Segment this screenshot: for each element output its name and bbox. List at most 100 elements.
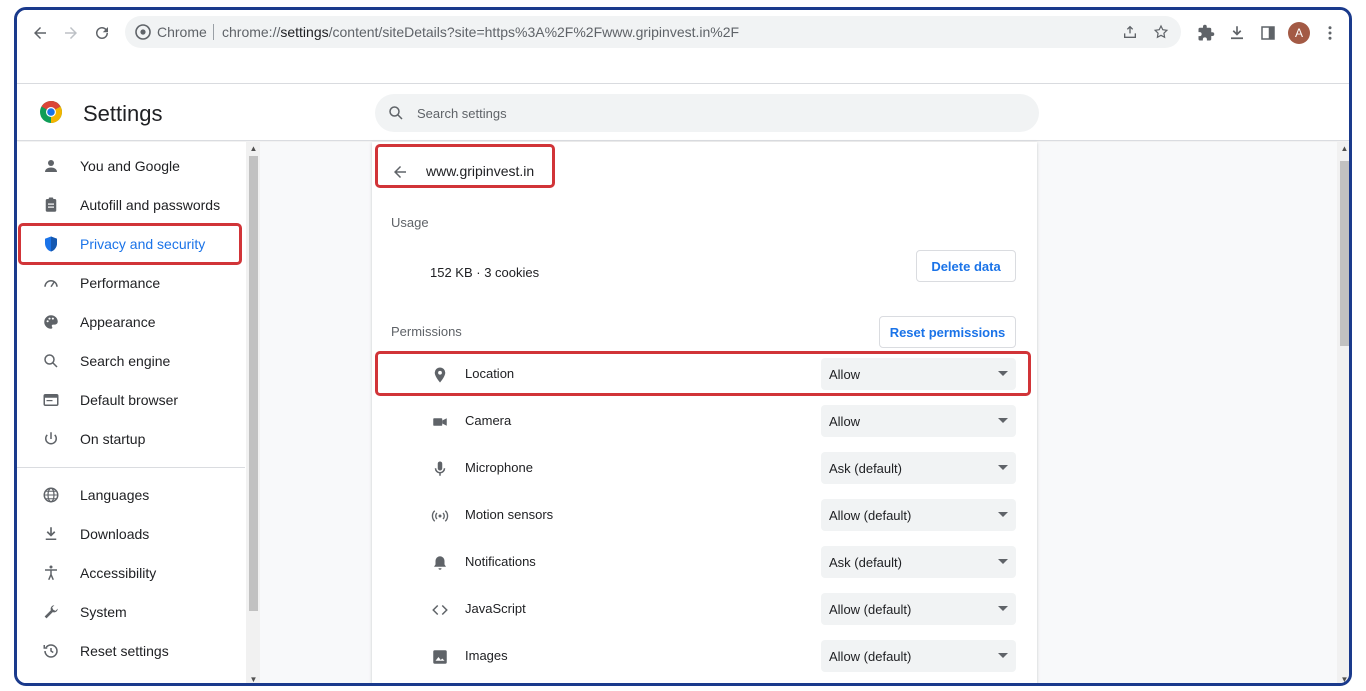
- permission-label: Motion sensors: [465, 507, 554, 522]
- motion-sensor-icon: [430, 506, 450, 526]
- sidebar-scroll-up-icon[interactable]: ▲: [249, 145, 258, 153]
- sidebar-item-label: Default browser: [80, 392, 179, 408]
- back-icon[interactable]: [29, 22, 51, 44]
- chrome-icon: [135, 24, 151, 40]
- history-icon: [41, 641, 61, 661]
- microphone-icon: [430, 459, 450, 479]
- address-bar[interactable]: Chrome chrome://settings/content/siteDet…: [125, 16, 1181, 48]
- url-text[interactable]: chrome://settings/content/siteDetails?si…: [222, 24, 739, 40]
- caret-down-icon: [998, 559, 1008, 564]
- back-arrow-icon[interactable]: [390, 162, 410, 182]
- person-icon: [41, 156, 61, 176]
- profile-avatar[interactable]: A: [1288, 22, 1310, 44]
- sidebar-item-privacy[interactable]: Privacy and security: [17, 226, 245, 262]
- sidebar-item-label: Privacy and security: [80, 236, 206, 252]
- caret-down-icon: [998, 465, 1008, 470]
- permissions-heading: Permissions: [391, 324, 462, 339]
- search-icon: [387, 104, 405, 122]
- caret-down-icon: [998, 512, 1008, 517]
- sidebar-item-reset-settings[interactable]: Reset settings: [17, 633, 245, 669]
- sidebar-item-accessibility[interactable]: Accessibility: [17, 555, 245, 591]
- extensions-icon[interactable]: [1195, 22, 1217, 44]
- power-icon: [41, 429, 61, 449]
- forward-icon[interactable]: [60, 22, 82, 44]
- sidebar-item-label: Appearance: [80, 314, 156, 330]
- chrome-logo-icon: [39, 100, 63, 124]
- permission-label: Camera: [465, 413, 512, 428]
- sidebar-scrollbar-thumb[interactable]: [249, 156, 258, 611]
- usage-value: 152 KB · 3 cookies: [430, 265, 540, 280]
- gauge-icon: [41, 273, 61, 293]
- bell-icon: [430, 553, 450, 573]
- sidebar-item-label: Autofill and passwords: [80, 197, 221, 213]
- select-value: Ask (default): [829, 461, 902, 476]
- sidebar-item-label: Languages: [80, 487, 150, 503]
- sidebar-divider: [17, 467, 245, 468]
- select-value: Allow: [829, 414, 861, 429]
- javascript-select[interactable]: Allow (default): [821, 593, 1016, 625]
- sidebar-item-label: Search engine: [80, 353, 171, 369]
- sidebar-item-performance[interactable]: Performance: [17, 265, 245, 301]
- sidebar-scroll-down-icon[interactable]: ▼: [249, 676, 258, 684]
- select-value: Ask (default): [829, 555, 902, 570]
- motion-sensors-select[interactable]: Allow (default): [821, 499, 1016, 531]
- more-menu-icon[interactable]: [1319, 22, 1341, 44]
- camera-select[interactable]: Allow: [821, 405, 1016, 437]
- accessibility-icon: [41, 563, 61, 583]
- search-input[interactable]: [417, 103, 1017, 123]
- location-select[interactable]: Allow: [821, 358, 1016, 390]
- sidebar-item-languages[interactable]: Languages: [17, 477, 245, 513]
- sidebar-item-label: Accessibility: [80, 565, 157, 581]
- sidebar-item-downloads[interactable]: Downloads: [17, 516, 245, 552]
- search-bar[interactable]: [375, 94, 1039, 132]
- permission-label: JavaScript: [465, 601, 526, 616]
- permission-label: Location: [465, 366, 515, 381]
- site-details-card: www.gripinvest.in Usage 152 KB · 3 cooki…: [372, 142, 1037, 683]
- url-host: settings: [280, 24, 329, 40]
- page-title: Settings: [83, 101, 163, 126]
- reload-icon[interactable]: [91, 22, 113, 44]
- download-toolbar-icon[interactable]: [1226, 22, 1248, 44]
- sidebar-item-search-engine[interactable]: Search engine: [17, 343, 245, 379]
- shield-icon: [41, 234, 61, 254]
- location-pin-icon: [430, 365, 450, 385]
- bookmark-star-icon[interactable]: [1152, 23, 1170, 41]
- notifications-select[interactable]: Ask (default): [821, 546, 1016, 578]
- permission-label: Notifications: [465, 554, 536, 569]
- share-icon[interactable]: [1121, 23, 1139, 41]
- page-scrollbar-thumb[interactable]: [1340, 161, 1349, 346]
- code-icon: [430, 600, 450, 620]
- select-value: Allow (default): [829, 649, 912, 664]
- settings-header: Settings: [17, 84, 1349, 141]
- images-select[interactable]: Allow (default): [821, 640, 1016, 672]
- browser-icon: [41, 390, 61, 410]
- side-panel-icon[interactable]: [1257, 22, 1279, 44]
- omnibox-label: Chrome: [157, 24, 207, 40]
- sidebar-item-system[interactable]: System: [17, 594, 245, 630]
- caret-down-icon: [998, 418, 1008, 423]
- sidebar-item-default-browser[interactable]: Default browser: [17, 382, 245, 418]
- browser-toolbar: Chrome chrome://settings/content/siteDet…: [17, 10, 1349, 84]
- palette-icon: [41, 312, 61, 332]
- sidebar-item-you-and-google[interactable]: You and Google: [17, 148, 245, 184]
- caret-down-icon: [998, 371, 1008, 376]
- page-scroll-down-icon[interactable]: ▼: [1340, 676, 1349, 684]
- page-scroll-up-icon[interactable]: ▲: [1340, 145, 1349, 153]
- clipboard-icon: [41, 195, 61, 215]
- search-icon: [41, 351, 61, 371]
- reset-permissions-button[interactable]: Reset permissions: [879, 316, 1016, 348]
- select-value: Allow: [829, 367, 861, 382]
- delete-data-button[interactable]: Delete data: [916, 250, 1016, 282]
- microphone-select[interactable]: Ask (default): [821, 452, 1016, 484]
- permission-label: Microphone: [465, 460, 533, 475]
- sidebar-item-on-startup[interactable]: On startup: [17, 421, 245, 457]
- permission-row-camera: Camera Allow: [372, 398, 1037, 445]
- omnibox-divider: [213, 24, 214, 40]
- caret-down-icon: [998, 606, 1008, 611]
- select-value: Allow (default): [829, 508, 912, 523]
- browser-window: Chrome chrome://settings/content/siteDet…: [14, 7, 1352, 686]
- sidebar-item-appearance[interactable]: Appearance: [17, 304, 245, 340]
- permission-row-images: Images Allow (default): [372, 633, 1037, 680]
- permission-row-notifications: Notifications Ask (default): [372, 539, 1037, 586]
- sidebar-item-autofill[interactable]: Autofill and passwords: [17, 187, 245, 223]
